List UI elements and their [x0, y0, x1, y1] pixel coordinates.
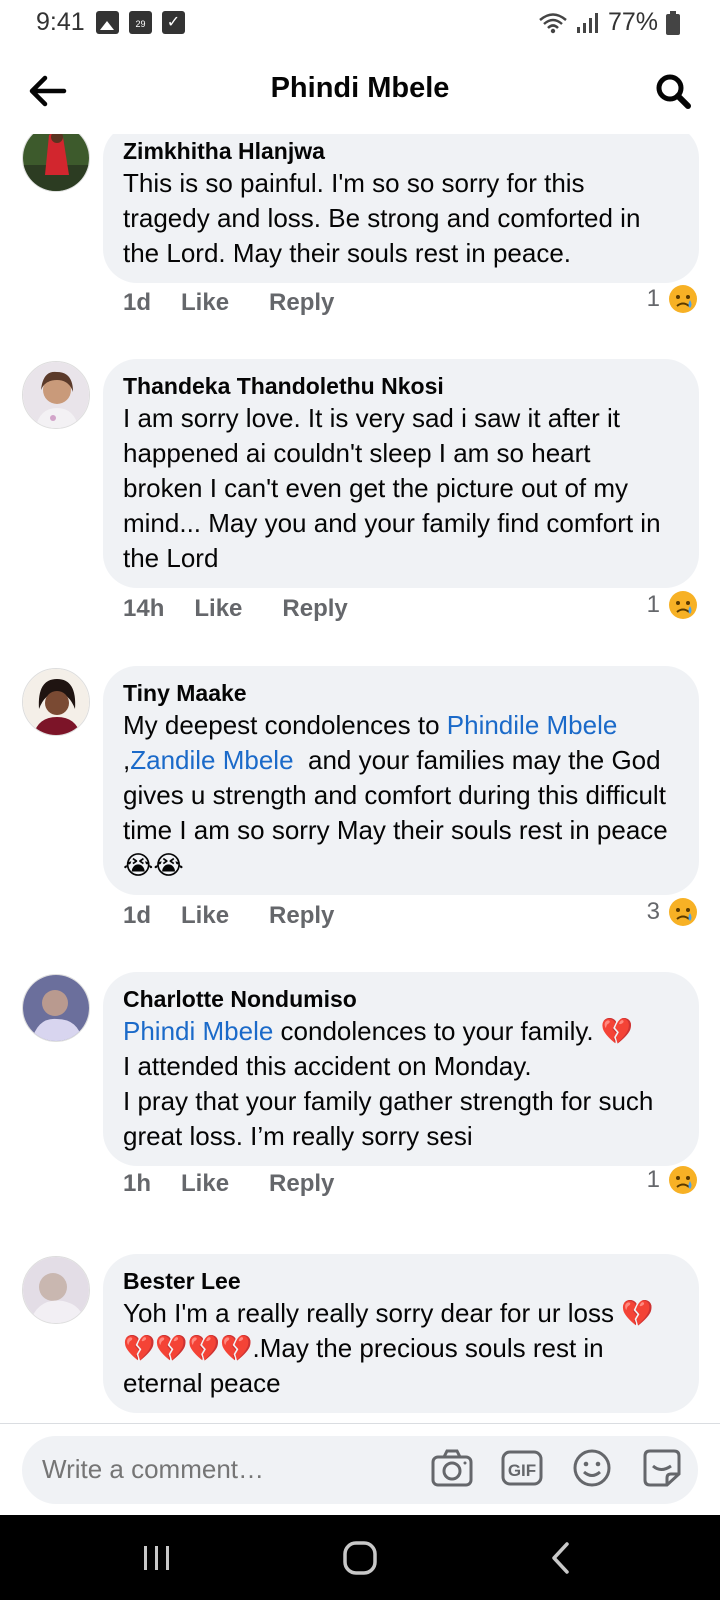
comments-list[interactable]: Zimkhitha Hlanjwa This is so painful. I'… — [0, 134, 720, 1422]
home-icon — [343, 1541, 377, 1575]
chevron-left-icon — [552, 1542, 569, 1574]
reaction-count: 1 — [646, 285, 660, 312]
calendar-notification-icon: 29 — [129, 11, 152, 34]
search-button[interactable] — [650, 68, 696, 114]
reply-button[interactable]: Reply — [269, 289, 334, 317]
reply-button[interactable]: Reply — [269, 1170, 334, 1198]
like-button[interactable]: Like — [181, 902, 229, 930]
reaction-summary[interactable]: 3 — [647, 897, 698, 927]
gallery-notification-icon — [96, 11, 119, 34]
comment-author[interactable]: Charlotte Nondumiso — [123, 984, 677, 1014]
page-title: Phindi Mbele — [270, 72, 450, 104]
comment-author[interactable]: Bester Lee — [123, 1266, 677, 1296]
comment-time[interactable]: 1h — [123, 1170, 151, 1198]
comment-text: Phindi Mbele condolences to your family.… — [123, 1014, 677, 1154]
comment-author[interactable]: Tiny Maake — [123, 678, 677, 708]
like-button[interactable]: Like — [181, 289, 229, 317]
comment-author[interactable]: Zimkhitha Hlanjwa — [123, 136, 677, 166]
status-right: 77% — [538, 8, 680, 37]
reaction-summary[interactable]: 1 — [647, 284, 698, 314]
comment-bubble[interactable]: Bester Lee Yoh I'm a really really sorry… — [103, 1254, 699, 1413]
signal-icon — [576, 12, 600, 34]
camera-icon[interactable] — [430, 1446, 474, 1490]
like-button[interactable]: Like — [181, 1170, 229, 1198]
emoji-icon[interactable] — [570, 1446, 614, 1490]
comment-actions: 1h Like Reply — [123, 1170, 334, 1198]
comment-time[interactable]: 1d — [123, 902, 151, 930]
battery-icon — [666, 10, 680, 35]
reaction-summary[interactable]: 1 — [647, 1165, 698, 1195]
status-time: 9:41 — [36, 8, 85, 36]
notification-icons: 29 ✓ — [96, 11, 185, 34]
check-notification-icon: ✓ — [162, 11, 185, 34]
home-button[interactable] — [330, 1537, 390, 1579]
comment-text: My deepest condolences to Phindile Mbele… — [123, 708, 677, 883]
reply-button[interactable]: Reply — [269, 902, 334, 930]
wifi-icon — [538, 12, 568, 34]
comment-bubble[interactable]: Thandeka Thandolethu Nkosi I am sorry lo… — [103, 359, 699, 588]
recents-icon — [144, 1546, 169, 1570]
comment-bubble[interactable]: Charlotte Nondumiso Phindi Mbele condole… — [103, 972, 699, 1166]
avatar[interactable] — [22, 974, 90, 1042]
comment-bubble[interactable]: Tiny Maake My deepest condolences to Phi… — [103, 666, 699, 895]
sad-reaction-icon — [669, 285, 697, 313]
recent-apps-button[interactable] — [127, 1537, 187, 1579]
sticker-icon[interactable] — [640, 1446, 684, 1490]
mention-link[interactable]: Phindi Mbele — [123, 1016, 273, 1046]
sad-reaction-icon — [669, 1166, 697, 1194]
mention-link[interactable]: Zandile Mbele — [130, 745, 293, 775]
comment-author[interactable]: Thandeka Thandolethu Nkosi — [123, 371, 677, 401]
comment-bubble[interactable]: Zimkhitha Hlanjwa This is so painful. I'… — [103, 134, 699, 283]
status-bar: 9:41 29 ✓ 77% — [0, 0, 720, 46]
comment-actions: 1d Like Reply — [123, 902, 334, 930]
comment-actions: 1d Like Reply — [123, 289, 334, 317]
comment-text: This is so painful. I'm so so sorry for … — [123, 168, 648, 268]
reply-button[interactable]: Reply — [282, 595, 347, 623]
like-button[interactable]: Like — [194, 595, 242, 623]
mention-link[interactable]: Phindile Mbele — [447, 710, 618, 740]
composer-actions: GIF — [430, 1446, 684, 1490]
reaction-count: 3 — [646, 898, 660, 925]
avatar[interactable] — [22, 361, 90, 429]
reaction-count: 1 — [646, 591, 660, 618]
avatar[interactable] — [22, 1256, 90, 1324]
comment-text: I am sorry love. It is very sad i saw it… — [123, 403, 668, 573]
comment-text: Yoh I'm a really really sorry dear for u… — [123, 1298, 654, 1398]
system-back-button[interactable] — [531, 1537, 591, 1579]
sad-reaction-icon — [669, 898, 697, 926]
reaction-summary[interactable]: 1 — [647, 590, 698, 620]
reaction-count: 1 — [646, 1166, 660, 1193]
gif-icon[interactable]: GIF — [500, 1446, 544, 1490]
composer-box[interactable]: GIF — [22, 1436, 698, 1504]
battery-percent: 77% — [607, 8, 658, 36]
comment-text-part: My deepest condolences to — [123, 710, 447, 740]
comment-actions: 14h Like Reply — [123, 595, 348, 623]
comment-time[interactable]: 14h — [123, 595, 164, 623]
app-header: Phindi Mbele — [0, 50, 720, 130]
search-icon — [656, 74, 691, 109]
comment-composer: GIF — [0, 1423, 720, 1515]
sad-reaction-icon — [669, 591, 697, 619]
avatar[interactable] — [22, 668, 90, 736]
svg-text:GIF: GIF — [508, 1461, 536, 1480]
avatar[interactable] — [22, 134, 90, 192]
comment-time[interactable]: 1d — [123, 289, 151, 317]
system-navigation-bar — [0, 1515, 720, 1600]
comment-input[interactable] — [42, 1454, 402, 1485]
